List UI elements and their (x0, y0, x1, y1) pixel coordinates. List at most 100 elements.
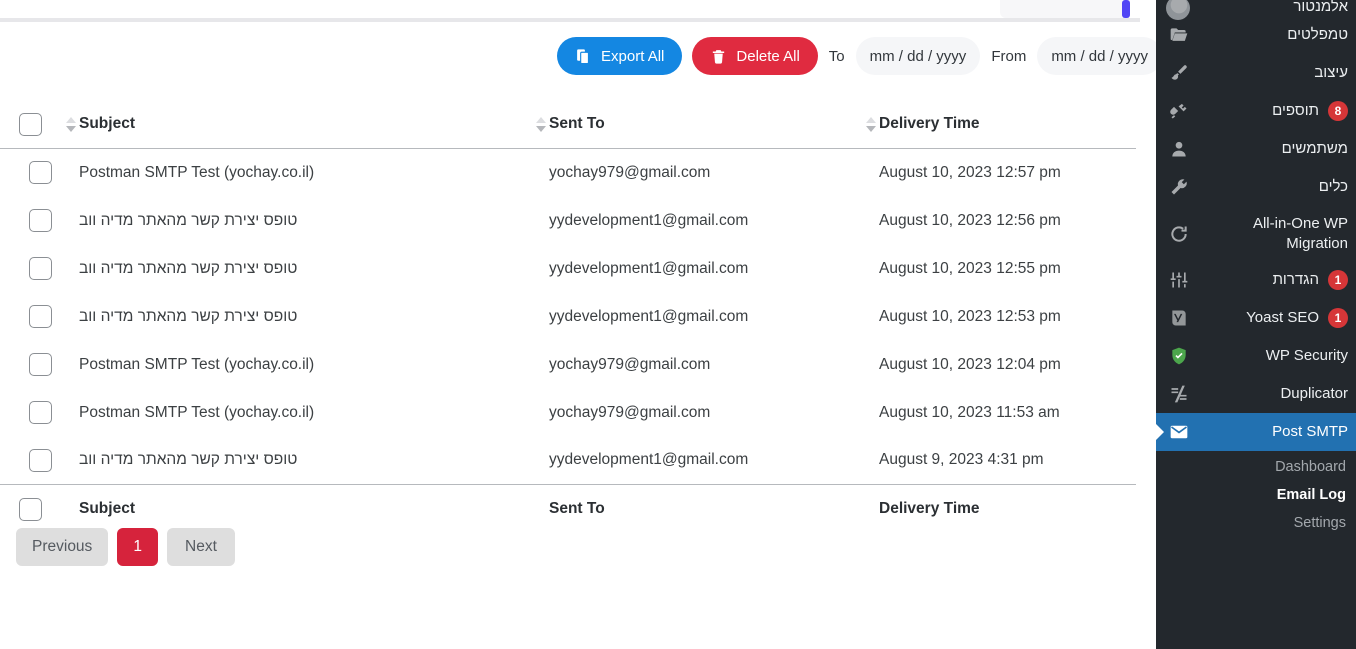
folder-icon (1168, 24, 1190, 46)
sidebar-item-label: אלמנטור (1293, 0, 1348, 15)
header-select-all (0, 100, 61, 149)
pagination: Next 1 Previous (0, 528, 1136, 566)
pagination-next-button[interactable]: Next (166, 528, 235, 566)
cell-subject: טופס יצירת קשר מהאתר מדיה ווב (79, 211, 298, 229)
sidebar-item-yoast-seo[interactable]: 1 Yoast SEO (1156, 299, 1356, 337)
cell-delivery-time: August 9, 2023 4:31 pm (879, 451, 1044, 469)
cell-sent-to: yydevelopment1@gmail.com (549, 259, 749, 277)
sidebar-item-badge: 8 (1328, 101, 1348, 121)
submenu-item-settings[interactable]: Settings (1156, 509, 1356, 537)
cell-select (0, 149, 61, 197)
footer-subject: Subject (61, 485, 531, 534)
cell-delivery-time: August 10, 2023 12:57 pm (879, 163, 1061, 181)
cell-subject: Postman SMTP Test (yochay.co.il) (79, 163, 315, 181)
log-toolbar: mm / dd / yyyy From mm / dd / yyyy To De… (0, 28, 1156, 84)
cell-select (0, 197, 61, 245)
cell-sent-to: yydevelopment1@gmail.com (549, 211, 749, 229)
header-subject-label: Subject (79, 115, 135, 132)
pagination-page-1-button[interactable]: 1 (117, 528, 158, 566)
cell-subject: Postman SMTP Test (yochay.co.il) (79, 355, 315, 373)
delete-all-button[interactable]: Delete All (692, 37, 818, 75)
sidebar-item-[interactable]: עיצוב (1156, 54, 1356, 92)
footer-sent-to: Sent To (531, 485, 861, 534)
copy-icon (575, 48, 592, 65)
pagination-previous-button[interactable]: Previous (16, 528, 109, 566)
header-subject[interactable]: Subject (61, 100, 531, 149)
trash-icon (710, 48, 727, 65)
sidebar-item-label: טמפלטים (1287, 26, 1348, 44)
table-row[interactable]: August 9, 2023 4:31 pm yydevelopment1@gma… (0, 437, 1136, 485)
table-row[interactable]: August 10, 2023 11:53 am yochay979@gmail.… (0, 389, 1136, 437)
table-row[interactable]: August 10, 2023 12:55 pm yydevelopment1@g… (0, 245, 1136, 293)
row-checkbox[interactable] (28, 448, 52, 472)
submenu-item-dashboard[interactable]: Dashboard (1156, 453, 1356, 481)
cell-sent-to: yochay979@gmail.com (549, 355, 711, 373)
date-from-input[interactable]: mm / dd / yyyy (855, 37, 981, 75)
row-checkbox[interactable] (28, 305, 52, 328)
cell-delivery-time: August 10, 2023 12:56 pm (879, 211, 1061, 229)
sidebar-item-all-in-one-wp-migration[interactable]: All-in-One WP Migration (1156, 206, 1356, 261)
plug-icon (1168, 100, 1190, 122)
header-sent-to[interactable]: Sent To (531, 100, 861, 149)
row-checkbox[interactable] (28, 161, 52, 185)
sidebar-item-duplicator[interactable]: Duplicator (1156, 375, 1356, 413)
table-header-row: Delivery Time Sent To Subject (0, 100, 1136, 149)
sidebar-item-[interactable]: 8 תוספים (1156, 92, 1356, 130)
header-delivery-time[interactable]: Delivery Time (861, 100, 1136, 149)
vertical-scrollbar-thumb[interactable] (1122, 0, 1130, 18)
cell-select (0, 389, 61, 437)
export-all-label: Export All (601, 47, 665, 65)
select-all-checkbox[interactable] (19, 112, 42, 136)
cell-subject: טופס יצירת קשר מהאתר מדיה ווב (79, 307, 298, 325)
select-all-checkbox-footer[interactable] (19, 497, 42, 521)
row-checkbox[interactable] (28, 209, 52, 232)
cell-select (0, 293, 61, 341)
email-log-table-wrap: Delivery Time Sent To Subject August 10,… (0, 100, 1136, 533)
sidebar-item-badge: 1 (1328, 270, 1348, 290)
header-delivery-time-label: Delivery Time (879, 115, 980, 132)
cell-sent-to: yydevelopment1@gmail.com (549, 451, 749, 469)
header-sent-to-label: Sent To (549, 115, 605, 132)
table-footer-row: Delivery Time Sent To Subject (0, 484, 1136, 534)
row-checkbox[interactable] (28, 401, 52, 424)
table-row[interactable]: August 10, 2023 12:04 pm yochay979@gmail.… (0, 341, 1136, 389)
toolbar-actions: Delete All Export All (557, 37, 818, 75)
sidebar-item-wp-security[interactable]: WP Security (1156, 337, 1356, 375)
date-to-input[interactable]: mm / dd / yyyy (1037, 37, 1156, 75)
cell-delivery-time: August 10, 2023 12:55 pm (879, 259, 1061, 277)
sort-sent-to-icon[interactable] (535, 115, 547, 133)
export-all-button[interactable]: Export All (557, 37, 683, 75)
sidebar-item-label: WP Security (1265, 347, 1348, 365)
sidebar-item-[interactable]: כלים (1156, 168, 1356, 206)
footer-delivery-time-label: Delivery Time (879, 500, 980, 517)
footer-delivery-time: Delivery Time (861, 485, 1136, 534)
cell-sent-to: yochay979@gmail.com (549, 403, 711, 421)
submenu-item-email-log[interactable]: Email Log (1156, 481, 1356, 509)
sidebar-item-post-smtp[interactable]: Post SMTP (1156, 413, 1356, 451)
row-checkbox[interactable] (28, 257, 52, 280)
shield-icon (1168, 345, 1190, 367)
table-row[interactable]: August 10, 2023 12:56 pm yydevelopment1@g… (0, 197, 1136, 245)
sort-subject-icon[interactable] (65, 115, 77, 133)
cell-select (0, 245, 61, 293)
sidebar-item-[interactable]: 1 הגדרות (1156, 261, 1356, 299)
brush-icon (1168, 62, 1190, 84)
cell-select (0, 437, 61, 485)
row-checkbox[interactable] (28, 353, 52, 376)
sort-delivery-time-icon[interactable] (865, 115, 877, 133)
sidebar-item-[interactable]: טמפלטים (1156, 16, 1356, 54)
user-icon (1168, 138, 1190, 160)
sidebar-item-label: עיצוב (1314, 64, 1348, 82)
sidebar-item-[interactable]: משתמשים (1156, 130, 1356, 168)
email-log-panel: mm / dd / yyyy From mm / dd / yyyy To De… (0, 0, 1156, 649)
sidebar-item-[interactable]: אלמנטור (1156, 0, 1356, 16)
table-row[interactable]: August 10, 2023 12:57 pm yochay979@gmail.… (0, 149, 1136, 197)
cell-delivery-time: August 10, 2023 12:53 pm (879, 307, 1061, 325)
table-body: August 10, 2023 12:57 pm yochay979@gmail.… (0, 149, 1136, 485)
table-row[interactable]: August 10, 2023 12:53 pm yydevelopment1@g… (0, 293, 1136, 341)
panel-top-stub (1000, 0, 1130, 18)
admin-sidebar: אלמנטור טמפלטים עיצוב 8 תוספים משתמשים כלים All… (1156, 0, 1356, 649)
migration-icon (1168, 223, 1190, 245)
cell-subject: טופס יצירת קשר מהאתר מדיה ווב (79, 451, 298, 469)
date-from-label: From (991, 47, 1027, 65)
